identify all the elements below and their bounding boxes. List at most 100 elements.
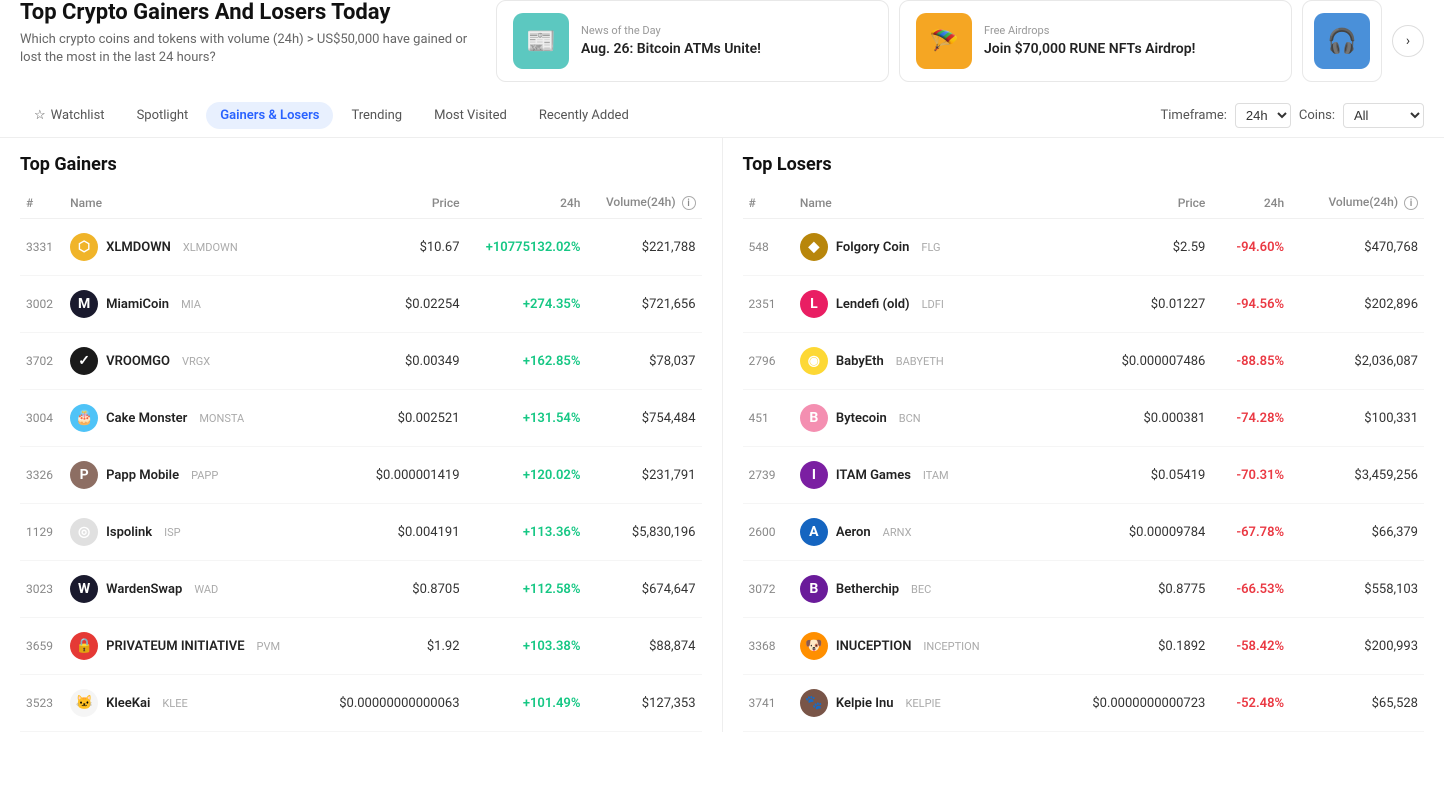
losers-row[interactable]: 2351 L Lendefi (old) LDFI $0.01227 -94.5… (743, 276, 1425, 333)
news-card-2[interactable]: 🪂 Free Airdrops Join $70,000 RUNE NFTs A… (899, 0, 1292, 82)
tab-watchlist[interactable]: Watchlist (20, 102, 119, 129)
tab-most-visited[interactable]: Most Visited (420, 102, 521, 129)
losers-rank-4: 2739 (743, 447, 794, 504)
losers-row[interactable]: 3368 🐶 INUCEPTION INCEPTION $0.1892 -58.… (743, 618, 1425, 675)
gainers-coinname-8: KleeKai (106, 696, 150, 711)
gainers-price-5: $0.004191 (316, 504, 466, 561)
losers-name-8: 🐾 Kelpie Inu KELPIE (794, 675, 1047, 732)
gainers-change-0: +10775132.02% (466, 219, 587, 276)
losers-row[interactable]: 2739 I ITAM Games ITAM $0.05419 -70.31% … (743, 447, 1425, 504)
losers-change-5: -67.78% (1211, 504, 1290, 561)
losers-coinname-2: BabyEth (836, 354, 884, 369)
losers-price-3: $0.000381 (1047, 390, 1212, 447)
timeframe-select[interactable]: 24h 1h 7d 30d (1235, 103, 1291, 128)
losers-volume-3: $100,331 (1290, 390, 1424, 447)
gainers-rank-5: 1129 (20, 504, 64, 561)
losers-col-price: Price (1047, 187, 1212, 219)
losers-icon-6: B (800, 575, 828, 603)
losers-coinname-6: Betherchip (836, 582, 899, 597)
losers-price-5: $0.00009784 (1047, 504, 1212, 561)
news-card-2-text: Free Airdrops Join $70,000 RUNE NFTs Air… (984, 24, 1195, 58)
gainers-col-24h: 24h (466, 187, 587, 219)
gainers-coinname-2: VROOMGO (106, 354, 170, 369)
page-subtitle: Which crypto coins and tokens with volum… (20, 31, 480, 67)
losers-price-2: $0.000007486 (1047, 333, 1212, 390)
gainers-row[interactable]: 3023 W WardenSwap WAD $0.8705 +112.58% $… (20, 561, 702, 618)
losers-name-7: 🐶 INUCEPTION INCEPTION (794, 618, 1047, 675)
gainers-row[interactable]: 3523 🐱 KleeKai KLEE $0.00000000000063 +1… (20, 675, 702, 732)
losers-col-volume: Volume(24h) i (1290, 187, 1424, 219)
gainers-change-6: +112.58% (466, 561, 587, 618)
tab-spotlight[interactable]: Spotlight (123, 102, 203, 129)
gainers-change-5: +113.36% (466, 504, 587, 561)
gainers-coinname-7: PRIVATEUM INITIATIVE (106, 639, 244, 654)
gainers-coinname-4: Papp Mobile (106, 468, 179, 483)
gainers-icon-5: ◎ (70, 518, 98, 546)
gainers-volume-8: $127,353 (586, 675, 701, 732)
losers-volume-info-icon[interactable]: i (1404, 196, 1418, 210)
gainers-row[interactable]: 3331 ⬡ XLMDOWN XLMDOWN $10.67 +10775132.… (20, 219, 702, 276)
gainers-col-name: Name (64, 187, 315, 219)
gainers-icon-2: ✓ (70, 347, 98, 375)
losers-row[interactable]: 451 B Bytecoin BCN $0.000381 -74.28% $10… (743, 390, 1425, 447)
losers-volume-8: $65,528 (1290, 675, 1424, 732)
gainers-name-7: 🔒 PRIVATEUM INITIATIVE PVM (64, 618, 315, 675)
gainers-price-6: $0.8705 (316, 561, 466, 618)
gainers-ticker-7: PVM (257, 640, 281, 653)
news-card-1[interactable]: 📰 News of the Day Aug. 26: Bitcoin ATMs … (496, 0, 889, 82)
losers-volume-5: $66,379 (1290, 504, 1424, 561)
tab-recently-added[interactable]: Recently Added (525, 102, 643, 129)
losers-col-24h: 24h (1211, 187, 1290, 219)
news-card-1-label: News of the Day (581, 24, 761, 37)
gainers-coinname-1: MiamiCoin (106, 297, 169, 312)
losers-rank-6: 3072 (743, 561, 794, 618)
losers-row[interactable]: 3072 B Betherchip BEC $0.8775 -66.53% $5… (743, 561, 1425, 618)
tab-trending[interactable]: Trending (337, 102, 416, 129)
gainers-name-0: ⬡ XLMDOWN XLMDOWN (64, 219, 315, 276)
losers-ticker-4: ITAM (923, 469, 949, 482)
gainers-header-row: # Name Price 24h Volume(24h) i (20, 187, 702, 219)
losers-volume-0: $470,768 (1290, 219, 1424, 276)
losers-ticker-6: BEC (911, 583, 931, 596)
losers-col-name: Name (794, 187, 1047, 219)
gainers-row[interactable]: 3326 P Papp Mobile PAPP $0.000001419 +12… (20, 447, 702, 504)
gainers-icon-0: ⬡ (70, 233, 98, 261)
losers-price-8: $0.0000000000723 (1047, 675, 1212, 732)
news-card-2-title: Join $70,000 RUNE NFTs Airdrop! (984, 40, 1195, 58)
tab-gainers-losers[interactable]: Gainers & Losers (206, 102, 333, 129)
losers-price-6: $0.8775 (1047, 561, 1212, 618)
losers-col-rank: # (743, 187, 794, 219)
news-nav-next-button[interactable]: › (1392, 25, 1424, 57)
gainers-name-4: P Papp Mobile PAPP (64, 447, 315, 504)
gainers-row[interactable]: 3702 ✓ VROOMGO VRGX $0.00349 +162.85% $7… (20, 333, 702, 390)
losers-row[interactable]: 548 ◆ Folgory Coin FLG $2.59 -94.60% $47… (743, 219, 1425, 276)
coins-select[interactable]: All Top 100 Top 500 (1343, 103, 1424, 128)
tabs-bar: Watchlist Spotlight Gainers & Losers Tre… (0, 94, 1444, 138)
losers-row[interactable]: 2600 A Aeron ARNX $0.00009784 -67.78% $6… (743, 504, 1425, 561)
gainers-change-7: +103.38% (466, 618, 587, 675)
gainers-row[interactable]: 3004 🎂 Cake Monster MONSTA $0.002521 +13… (20, 390, 702, 447)
losers-price-1: $0.01227 (1047, 276, 1212, 333)
gainers-volume-info-icon[interactable]: i (682, 196, 696, 210)
news-card-3-icon: 🎧 (1314, 13, 1370, 69)
losers-row[interactable]: 2796 ◉ BabyEth BABYETH $0.000007486 -88.… (743, 333, 1425, 390)
losers-ticker-5: ARNX (883, 526, 912, 539)
losers-name-3: B Bytecoin BCN (794, 390, 1047, 447)
losers-coinname-0: Folgory Coin (836, 240, 909, 255)
gainers-col-price: Price (316, 187, 466, 219)
gainers-row[interactable]: 3659 🔒 PRIVATEUM INITIATIVE PVM $1.92 +1… (20, 618, 702, 675)
gainers-icon-3: 🎂 (70, 404, 98, 432)
losers-ticker-7: INCEPTION (923, 640, 979, 653)
gainers-row[interactable]: 3002 M MiamiCoin MIA $0.02254 +274.35% $… (20, 276, 702, 333)
losers-icon-2: ◉ (800, 347, 828, 375)
gainers-row[interactable]: 1129 ◎ Ispolink ISP $0.004191 +113.36% $… (20, 504, 702, 561)
news-card-3[interactable]: 🎧 (1302, 0, 1382, 82)
gainers-rank-7: 3659 (20, 618, 64, 675)
gainers-rank-4: 3326 (20, 447, 64, 504)
losers-coinname-4: ITAM Games (836, 468, 911, 483)
tabs-left: Watchlist Spotlight Gainers & Losers Tre… (20, 102, 643, 129)
losers-row[interactable]: 3741 🐾 Kelpie Inu KELPIE $0.000000000072… (743, 675, 1425, 732)
losers-volume-6: $558,103 (1290, 561, 1424, 618)
gainers-price-3: $0.002521 (316, 390, 466, 447)
gainers-ticker-6: WAD (194, 583, 218, 596)
